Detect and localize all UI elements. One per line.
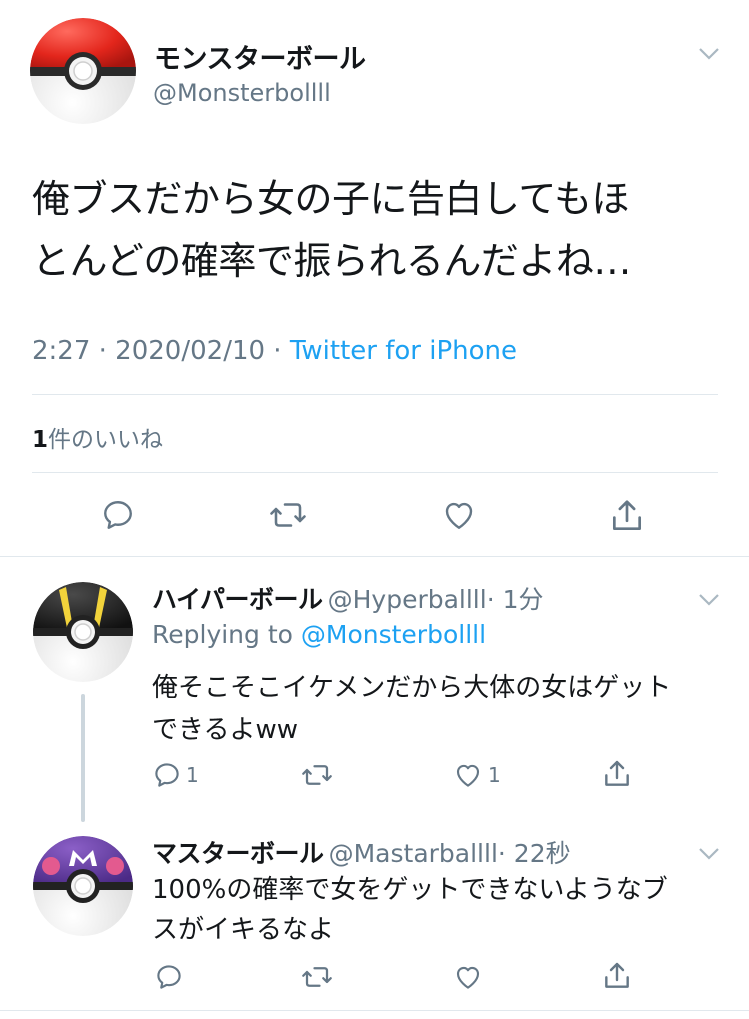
reply2-share-button[interactable]	[601, 960, 633, 992]
retweet-button[interactable]	[268, 497, 308, 533]
replying-to-handle[interactable]: @Monsterbollll	[301, 620, 486, 649]
reply1-reply-button[interactable]: 1	[152, 760, 199, 790]
reply2-header: マスターボール @Mastarballll· 22秒	[152, 834, 571, 870]
avatar-pokeball[interactable]	[30, 18, 136, 124]
author-handle[interactable]: @Monsterbollll	[153, 79, 331, 107]
reply2-display-name[interactable]: マスターボール	[152, 839, 324, 868]
tweet-source-link[interactable]: Twitter for iPhone	[290, 336, 517, 366]
reply1-header: ハイパーボール @Hyperballll· 1分	[152, 580, 544, 616]
avatar-masterball[interactable]	[33, 836, 133, 936]
reply-icon	[155, 763, 179, 787]
reply-icon	[157, 965, 181, 989]
heart-icon	[445, 502, 473, 529]
retweet-icon	[302, 765, 332, 785]
reply2-time: · 22秒	[497, 839, 571, 868]
replying-to: Replying to @Monsterbollll	[152, 620, 486, 649]
reply2-like-button[interactable]	[452, 962, 484, 992]
like-button[interactable]	[440, 497, 478, 533]
chevron-down-icon[interactable]	[698, 44, 720, 66]
retweet-icon	[302, 967, 332, 987]
reply2-reply-button[interactable]	[154, 962, 184, 992]
chevron-down-icon[interactable]	[698, 590, 720, 612]
tweet-text-line1: 俺ブスだから女の子に告白してもほ	[32, 177, 629, 221]
likes-count: 1	[32, 427, 49, 453]
reply1-text-line1: 俺そこそこイケメンだから大体の女はゲット	[152, 673, 672, 703]
divider	[32, 394, 718, 395]
reply2-handle[interactable]: @Mastarballll	[329, 839, 498, 868]
share-button[interactable]	[608, 497, 646, 535]
likes-summary[interactable]: 1件のいいね	[32, 420, 163, 454]
reply1-display-name[interactable]: ハイパーボール	[152, 585, 323, 614]
divider	[32, 472, 718, 473]
share-icon	[605, 760, 629, 786]
reply2-text-line2: スがイキるなよ	[152, 915, 335, 945]
heart-icon	[456, 764, 480, 787]
chevron-down-icon[interactable]	[698, 844, 720, 866]
bottom-divider	[0, 1010, 749, 1011]
reply2-text: 100%の確率で女をゲットできないようなブ スがイキるなよ	[152, 870, 668, 950]
author-display-name[interactable]: モンスターボール	[154, 37, 366, 76]
replying-to-label: Replying to	[152, 620, 301, 649]
share-icon	[605, 962, 629, 988]
reply2-retweet-button[interactable]	[300, 962, 334, 992]
reply1-like-count: 1	[488, 763, 501, 787]
reply1-share-button[interactable]	[601, 758, 633, 790]
tweet-meta: 2:27 · 2020/02/10 · Twitter for iPhone	[32, 336, 517, 366]
reply1-like-button[interactable]: 1	[452, 760, 501, 790]
heart-icon	[456, 966, 480, 989]
retweet-icon	[270, 503, 306, 527]
thread-connector-line	[81, 694, 85, 822]
reply-icon	[104, 501, 132, 529]
reply-button[interactable]	[100, 497, 136, 533]
reply1-time: · 1分	[486, 585, 544, 614]
tweet-timestamp[interactable]: 2:27 · 2020/02/10 ·	[32, 336, 290, 366]
reply1-handle[interactable]: @Hyperballll	[328, 585, 487, 614]
avatar-ultraball[interactable]	[33, 582, 133, 682]
tweet-text: 俺ブスだから女の子に告白してもほ とんどの確率で振られるんだよね…	[32, 168, 631, 292]
reply2-text-line1: 100%の確率で女をゲットできないようなブ	[152, 875, 668, 905]
likes-label: 件のいいね	[48, 427, 164, 453]
tweet-text-line2: とんどの確率で振られるんだよね…	[32, 239, 631, 283]
reply1-reply-count: 1	[186, 763, 199, 787]
section-divider	[0, 556, 749, 557]
reply1-text: 俺そこそこイケメンだから大体の女はゲット できるよww	[152, 667, 671, 751]
reply1-text-line2: できるよww	[152, 715, 299, 745]
share-icon	[612, 500, 642, 531]
reply1-retweet-button[interactable]	[300, 760, 334, 790]
